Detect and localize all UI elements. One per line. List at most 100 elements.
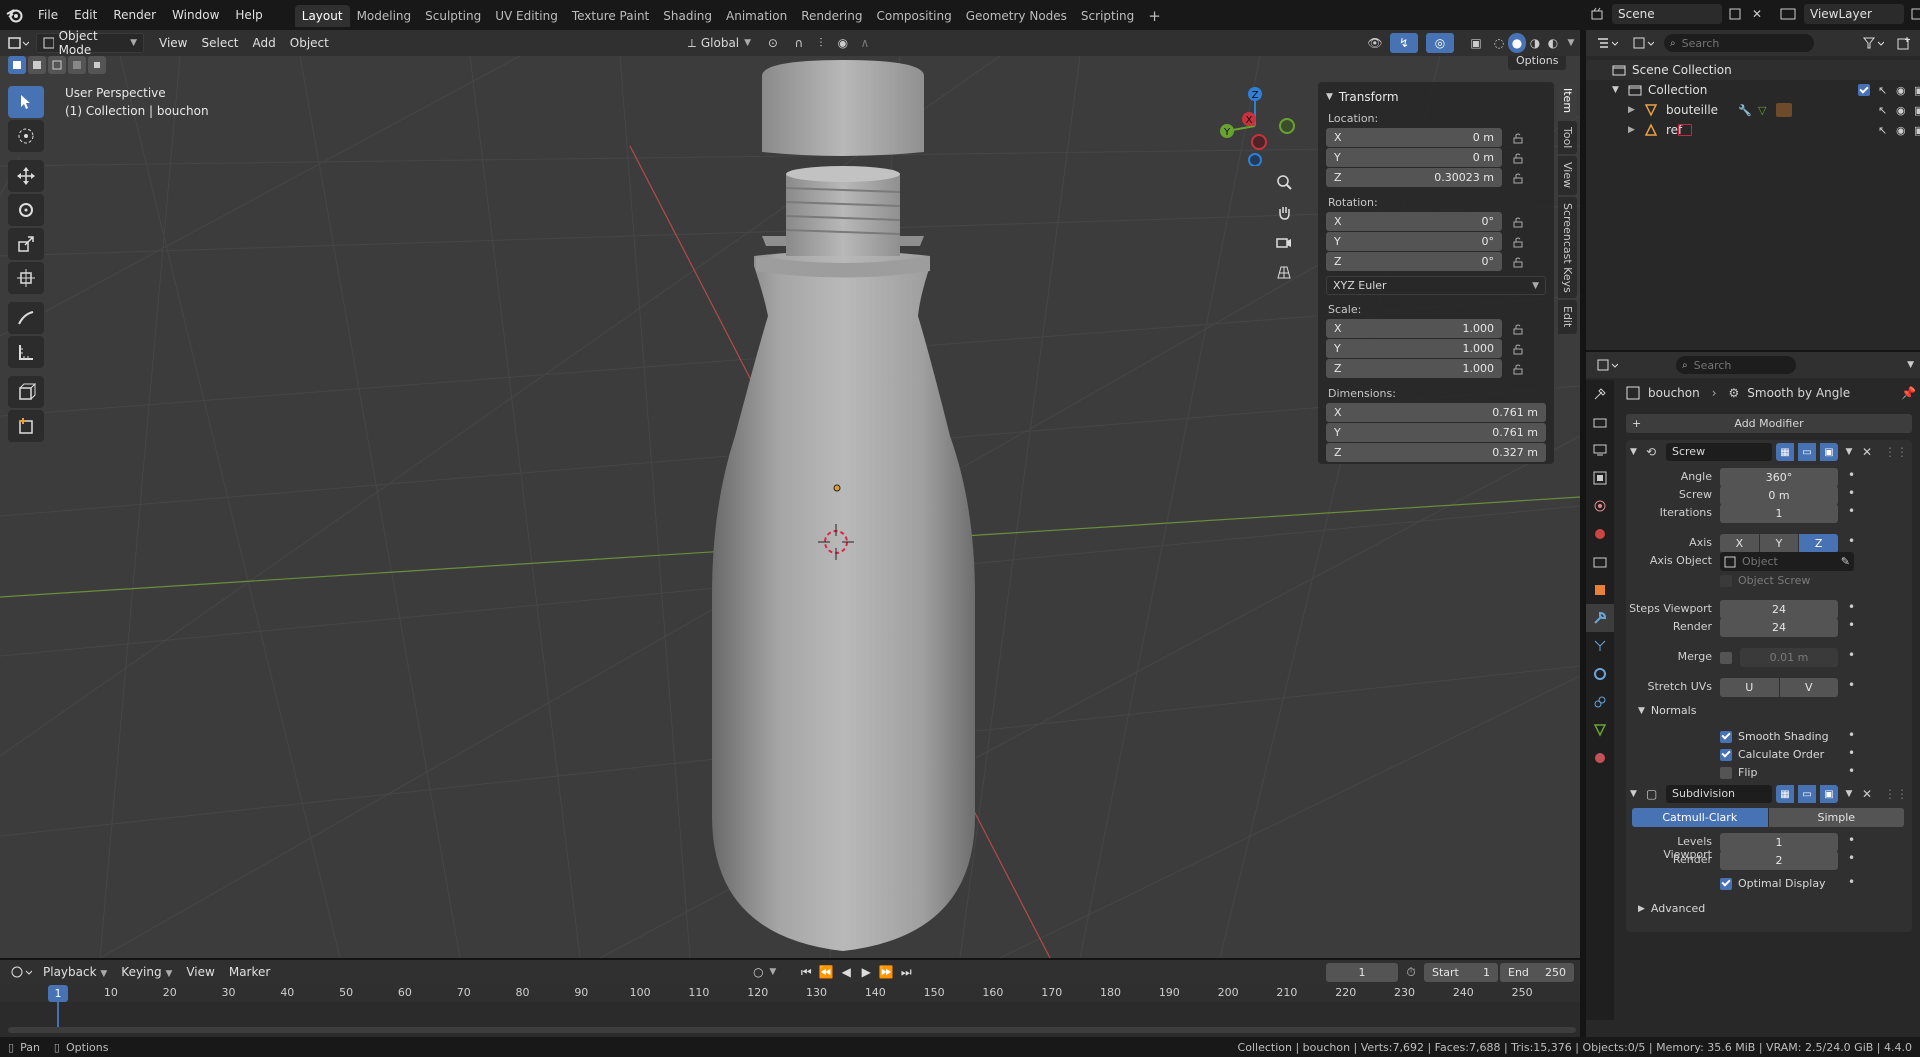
keyframe-dot-icon[interactable]: • [1848, 851, 1855, 865]
lock-icon[interactable] [1512, 256, 1524, 268]
scene-collection-row[interactable]: Scene Collection [1586, 60, 1920, 80]
drag-handle-icon[interactable]: ⋮⋮ [1884, 787, 1908, 801]
keyframe-dot-icon[interactable]: • [1848, 833, 1855, 847]
dimensions-z-field[interactable]: Z 0.327 m [1326, 443, 1546, 462]
edit-mode-toggle-icon[interactable]: ▦ [1776, 785, 1794, 803]
tab-texture-paint[interactable]: Texture Paint [565, 5, 656, 27]
select-intersect-icon[interactable] [88, 56, 106, 74]
location-x-field[interactable]: X 0 m [1326, 128, 1502, 147]
menu-add[interactable]: Add [246, 33, 283, 53]
keyframe-dot-icon[interactable]: • [1848, 648, 1855, 662]
orientation-dropdown[interactable]: ⟂ Global ▼ [682, 33, 758, 53]
material-properties-icon[interactable] [1586, 744, 1614, 772]
menu-view[interactable]: View [152, 33, 194, 53]
collection-properties-icon[interactable] [1586, 548, 1614, 576]
tab-layout[interactable]: Layout [294, 5, 350, 27]
data-properties-icon[interactable] [1586, 716, 1614, 744]
proportional-edit-icon[interactable]: ◉ [832, 33, 854, 53]
lock-icon[interactable] [1512, 343, 1524, 355]
filter-icon[interactable] [1858, 33, 1888, 53]
rotate-tool[interactable] [8, 194, 44, 226]
stretch-u-button[interactable]: U [1720, 678, 1779, 697]
chevron-down-icon[interactable]: ▼ [1630, 789, 1642, 799]
tab-view[interactable]: View [1558, 156, 1577, 195]
annotate-tool[interactable] [8, 302, 44, 334]
location-y-field[interactable]: Y 0 m [1326, 148, 1502, 167]
close-icon[interactable]: ✕ [1860, 445, 1874, 459]
outliner-search-input[interactable] [1681, 36, 1792, 50]
viewport-toggle-icon[interactable]: ▭ [1798, 785, 1816, 803]
view-layer-icon[interactable] [1776, 4, 1800, 24]
physics-properties-icon[interactable] [1586, 660, 1614, 688]
timeline-ruler[interactable]: 1 10 20 30 40 50 60 70 80 90 100 110 120 130 140 150 16… [0, 984, 1580, 1037]
chevron-down-icon[interactable]: ▼ [1842, 789, 1856, 799]
snap-icon[interactable]: ∩ [788, 33, 810, 53]
menu-object[interactable]: Object [283, 33, 336, 53]
angle-field[interactable]: 360° [1720, 468, 1838, 487]
advanced-subpanel-header[interactable]: ▶ Advanced [1638, 902, 1705, 915]
menu-help[interactable]: Help [227, 0, 270, 30]
menu-keying[interactable]: Keying ▼ [114, 962, 179, 982]
dimensions-x-field[interactable]: X 0.761 m [1326, 403, 1546, 422]
solid-shading-icon[interactable]: ● [1508, 33, 1526, 53]
render-properties-icon[interactable] [1586, 408, 1614, 436]
select-arrow-icon[interactable]: ↖ [1878, 124, 1887, 137]
output-properties-icon[interactable] [1586, 436, 1614, 464]
object-properties-icon[interactable] [1586, 576, 1614, 604]
keyframe-dot-icon[interactable]: • [1848, 618, 1855, 632]
rotation-x-field[interactable]: X 0° [1326, 212, 1502, 231]
playhead-frame[interactable]: 1 [48, 985, 68, 1002]
drag-handle-icon[interactable]: ⋮⋮ [1884, 445, 1908, 459]
eyedropper-icon[interactable]: ✎ [1841, 555, 1850, 568]
eye-icon[interactable]: ◉ [1896, 124, 1906, 137]
eye-icon[interactable]: ◉ [1896, 104, 1906, 117]
scale-tool[interactable] [8, 228, 44, 260]
scene-icon[interactable] [1586, 4, 1608, 24]
keyframe-dot-icon[interactable]: • [1848, 534, 1855, 548]
add-cube-tool[interactable] [8, 376, 44, 408]
new-collection-icon[interactable] [1894, 33, 1914, 53]
rotation-z-field[interactable]: Z 0° [1326, 252, 1502, 271]
screw-field[interactable]: 0 m [1720, 486, 1838, 505]
axis-object-field[interactable]: ✎ [1720, 552, 1854, 571]
object-screw-checkbox[interactable] [1720, 574, 1732, 587]
optimal-display-checkbox[interactable] [1720, 877, 1732, 890]
outliner-search[interactable]: ⌕ [1664, 34, 1814, 52]
material-shading-icon[interactable]: ◑ [1526, 33, 1544, 53]
mode-dropdown[interactable]: Object Mode ▼ [36, 29, 144, 57]
tab-compositing[interactable]: Compositing [869, 5, 958, 27]
flip-checkbox[interactable] [1720, 766, 1732, 779]
view-layer-field[interactable]: ViewLayer [1804, 4, 1904, 24]
eye-icon[interactable]: ◉ [1896, 84, 1906, 97]
tab-sculpting[interactable]: Sculpting [418, 5, 488, 27]
keyframe-dot-icon[interactable]: • [1848, 875, 1855, 889]
tab-modeling[interactable]: Modeling [350, 5, 419, 27]
preview-range-icon[interactable]: ⏱ [1398, 962, 1424, 982]
close-icon[interactable]: ✕ [1860, 787, 1874, 801]
auto-keying-icon[interactable]: ○ [747, 962, 769, 982]
rotation-mode-dropdown[interactable]: XYZ Euler ▼ [1326, 276, 1546, 295]
timeline-scrollbar[interactable] [8, 1027, 1576, 1033]
select-arrow-icon[interactable]: ↖ [1878, 84, 1887, 97]
screw-name-field[interactable]: Screw [1666, 443, 1772, 461]
chevron-down-icon[interactable]: ▼ [1907, 360, 1914, 370]
flip-option[interactable]: Flip [1720, 766, 1757, 779]
select-new-icon[interactable] [8, 56, 26, 74]
axis-object-input[interactable] [1742, 555, 1826, 568]
tab-edit[interactable]: Edit [1558, 300, 1577, 334]
falloff-icon[interactable]: ∧ [854, 33, 876, 53]
jump-end-icon[interactable]: ⏭ [896, 962, 916, 982]
axis-x-button[interactable]: X [1720, 534, 1759, 553]
measure-tool[interactable] [8, 336, 44, 368]
transform-header[interactable]: ▼ Transform [1326, 90, 1546, 104]
calculate-order-checkbox[interactable] [1720, 748, 1732, 761]
tab-animation[interactable]: Animation [719, 5, 794, 27]
keyframe-dot-icon[interactable]: • [1848, 728, 1855, 742]
add-modifier-button[interactable]: + Add Modifier [1626, 414, 1912, 433]
display-mode-icon[interactable] [1628, 33, 1658, 53]
lock-icon[interactable] [1512, 363, 1524, 375]
tab-geometry-nodes[interactable]: Geometry Nodes [959, 5, 1074, 27]
xray-toggle-icon[interactable]: ▣ [1462, 33, 1490, 53]
chevron-right-icon[interactable]: ▶ [1628, 125, 1644, 135]
keyframe-dot-icon[interactable]: • [1848, 486, 1855, 500]
